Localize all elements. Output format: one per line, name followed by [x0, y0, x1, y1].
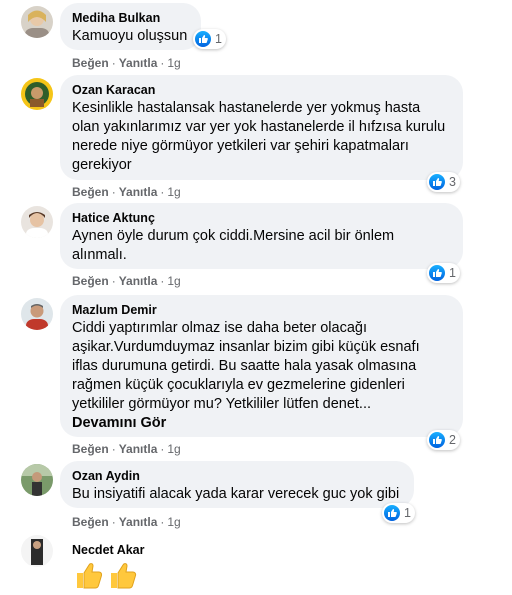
timestamp[interactable]: 1g — [167, 56, 180, 70]
comment-bubble: Ozan Karacan Kesinlikle hastalansak hast… — [60, 75, 463, 180]
comment-text: olan yakınlarımız var yer yok hastaneler… — [72, 119, 446, 135]
reaction-count[interactable]: 1 — [193, 29, 226, 49]
comment-text: gerekiyor — [72, 157, 132, 173]
like-link[interactable]: Beğen — [72, 515, 109, 529]
comment-bubble: Mazlum Demir Ciddi yaptırımlar olmaz ise… — [60, 295, 463, 437]
comment-actions: Beğen · Yanıtla · 1g — [72, 274, 181, 288]
thumbs-up-icon — [108, 560, 138, 595]
avatar[interactable] — [21, 298, 53, 330]
author-name[interactable]: Mazlum Demir — [72, 302, 451, 318]
comment-bubble: Ozan Aydin Bu insiyatifi alacak yada kar… — [60, 461, 414, 508]
author-name[interactable]: Hatice Aktunç — [72, 210, 451, 226]
comment-header: Necdet Akar — [72, 542, 145, 558]
reaction-number: 1 — [449, 266, 456, 280]
reaction-count[interactable]: 3 — [427, 172, 460, 192]
comment-text: iflas durumuna getirdi. Bu saatte hala y… — [72, 358, 417, 374]
reaction-count[interactable]: 1 — [382, 503, 415, 523]
timestamp[interactable]: 1g — [167, 442, 180, 456]
reply-link[interactable]: Yanıtla — [119, 185, 158, 199]
timestamp[interactable]: 1g — [167, 185, 180, 199]
like-link[interactable]: Beğen — [72, 274, 109, 288]
like-link[interactable]: Beğen — [72, 442, 109, 456]
like-reaction-icon — [429, 265, 445, 281]
comment-actions: Beğen · Yanıtla · 1g — [72, 185, 181, 199]
comment-text: Kamuoyu oluşsun — [72, 28, 188, 44]
reaction-number: 2 — [449, 433, 456, 447]
avatar[interactable] — [21, 78, 53, 110]
author-name[interactable]: Mediha Bulkan — [72, 10, 189, 26]
timestamp[interactable]: 1g — [167, 274, 180, 288]
comment-text: alınmalı. — [72, 247, 127, 263]
avatar[interactable] — [21, 206, 53, 238]
comment-actions: Beğen · Yanıtla · 1g — [72, 515, 181, 529]
avatar[interactable] — [21, 464, 53, 496]
like-reaction-icon — [384, 505, 400, 521]
reaction-count[interactable]: 1 — [427, 263, 460, 283]
like-link[interactable]: Beğen — [72, 185, 109, 199]
comment-text: Ciddi yaptırımlar olmaz ise daha beter o… — [72, 320, 367, 336]
like-link[interactable]: Beğen — [72, 56, 109, 70]
comment-text: aşikar.Vurdumduymaz insanlar bizim gibi … — [72, 339, 420, 355]
thumbs-up-icon — [74, 560, 104, 595]
comment-text: Aynen öyle durum çok ciddi.Mersine acil … — [72, 228, 395, 244]
author-name[interactable]: Necdet Akar — [72, 542, 145, 558]
emoji-content — [74, 560, 138, 595]
reaction-number: 1 — [404, 506, 411, 520]
like-reaction-icon — [429, 432, 445, 448]
avatar[interactable] — [21, 6, 53, 38]
comment-text: rağmen küçük çocuklarıyla ev gezmelerine… — [72, 377, 405, 393]
like-reaction-icon — [429, 174, 445, 190]
reaction-count[interactable]: 2 — [427, 430, 460, 450]
avatar[interactable] — [21, 535, 53, 567]
reply-link[interactable]: Yanıtla — [119, 56, 158, 70]
reaction-number: 3 — [449, 175, 456, 189]
comment-text: nerede niye görmüyor yetkileri var şehir… — [72, 138, 409, 154]
author-name[interactable]: Ozan Karacan — [72, 82, 451, 98]
comment-actions: Beğen · Yanıtla · 1g — [72, 442, 181, 456]
reply-link[interactable]: Yanıtla — [119, 442, 158, 456]
comment-actions: Beğen · Yanıtla · 1g — [72, 56, 181, 70]
comment-bubble: Mediha Bulkan Kamuoyu oluşsun — [60, 3, 201, 50]
comment-bubble: Hatice Aktunç Aynen öyle durum çok ciddi… — [60, 203, 463, 269]
reply-link[interactable]: Yanıtla — [119, 274, 158, 288]
timestamp[interactable]: 1g — [167, 515, 180, 529]
comment-text: yetkililer görmüyor mu? Yetkililer lütfe… — [72, 396, 372, 412]
comment-text: Kesinlikle hastalansak hastanelerde yer … — [72, 100, 421, 116]
reply-link[interactable]: Yanıtla — [119, 515, 158, 529]
reaction-number: 1 — [215, 32, 222, 46]
comment-text: Bu insiyatifi alacak yada karar verecek … — [72, 486, 400, 502]
see-more-link[interactable]: Devamını Gör — [72, 414, 451, 433]
author-name[interactable]: Ozan Aydin — [72, 468, 402, 484]
like-reaction-icon — [195, 31, 211, 47]
